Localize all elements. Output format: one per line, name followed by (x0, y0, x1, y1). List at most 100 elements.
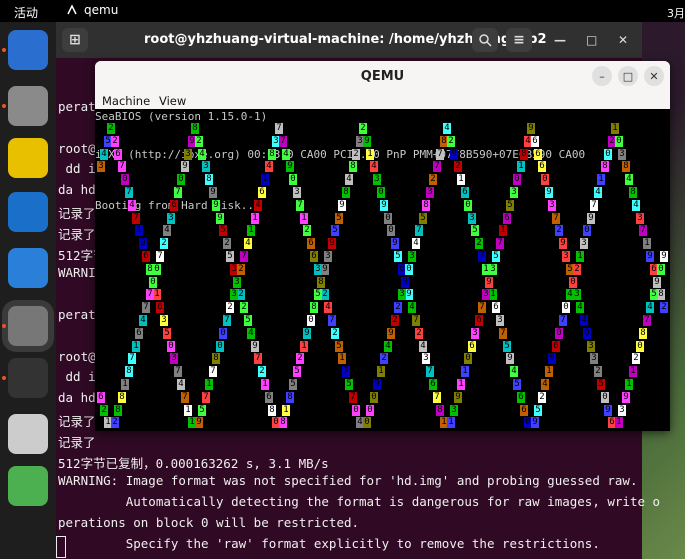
qemu-header: QEMU – □ ✕ (95, 61, 670, 91)
screen-glyph: 3 (426, 187, 434, 198)
screen-glyph: 6 (429, 379, 437, 390)
screen-glyph: 7 (426, 366, 434, 377)
screen-glyph: 8 (268, 405, 276, 416)
screen-glyph: 8 (310, 302, 318, 313)
screen-glyph: 4 (594, 187, 602, 198)
help-icon[interactable] (8, 248, 48, 288)
screen-glyph: 6 (503, 213, 511, 224)
qemu-window: QEMU – □ ✕ Machine View SeaBIOS (version… (95, 61, 670, 431)
screen-glyph: 8 (114, 405, 122, 416)
screen-glyph: 8 (622, 161, 630, 172)
minimize-icon[interactable]: — (554, 33, 566, 47)
screen-glyph: 6 (475, 315, 483, 326)
screen-glyph: 1 (366, 149, 374, 160)
close-icon[interactable]: ✕ (644, 66, 664, 86)
screen-glyph: 3 (408, 251, 416, 262)
screen-glyph: 9 (401, 277, 409, 288)
dvd-icon[interactable] (8, 414, 48, 454)
screen-glyph: 8 (286, 392, 294, 403)
trash-icon[interactable] (8, 466, 48, 506)
screen-glyph: 5 (506, 200, 514, 211)
screen-glyph: 0 (513, 174, 521, 185)
thunderbird-icon[interactable] (8, 30, 48, 70)
screen-glyph: 5 (471, 225, 479, 236)
screen-glyph: 0 (604, 149, 612, 160)
hamburger-menu-icon[interactable]: ≡ (506, 28, 532, 52)
screen-glyph: 0 (377, 187, 385, 198)
screen-glyph: 9 (181, 161, 189, 172)
settings-icon[interactable] (8, 306, 48, 346)
screen-glyph: 1 (489, 289, 497, 300)
screen-glyph: 1 (261, 379, 269, 390)
screen-glyph: 4 (265, 161, 273, 172)
files-icon[interactable] (8, 86, 48, 126)
screen-glyph: 7 (296, 200, 304, 211)
screen-glyph: 2 (454, 161, 462, 172)
clock[interactable]: 3月 (667, 5, 685, 21)
screen-glyph: 9 (646, 251, 654, 262)
screen-glyph: 6 (156, 302, 164, 313)
qemu-menubar: Machine View (95, 91, 670, 109)
screen-glyph: 5 (335, 341, 343, 352)
screen-glyph: 3 (422, 353, 430, 364)
screen-glyph: 9 (527, 123, 535, 134)
app-name: qemu (84, 3, 119, 17)
screen-glyph: 9 (212, 200, 220, 211)
menu-view[interactable]: View (159, 94, 186, 108)
screen-glyph: 5 (293, 366, 301, 377)
screen-glyph: 2 (296, 353, 304, 364)
screen-glyph: 7 (275, 123, 283, 134)
activities-button[interactable]: 活动 (14, 4, 38, 21)
screen-glyph: 3 (468, 213, 476, 224)
screen-glyph: 4 (443, 123, 451, 134)
screen-glyph: 3 (510, 187, 518, 198)
screen-glyph: 2 (475, 238, 483, 249)
screen-glyph: 6 (258, 187, 266, 198)
app-menu[interactable]: qemu (66, 3, 118, 17)
screen-glyph: 8 (520, 149, 528, 160)
terminal-line: 512字节已复制，0.000163262 s, 3.1 MB/s (58, 455, 329, 471)
search-icon[interactable] (472, 28, 498, 52)
screen-glyph: 4 (139, 315, 147, 326)
screen-glyph: 7 (436, 149, 444, 160)
terminal-line: Automatically detecting the format is da… (58, 494, 661, 510)
terminal-line: 记录了 (58, 434, 96, 450)
maximize-icon[interactable]: □ (618, 66, 638, 86)
screen-glyph: 8 (349, 161, 357, 172)
qemu-display[interactable]: SeaBIOS (version 1.15.0-1) iPXE (http://… (95, 109, 670, 431)
terminal-line: 记录了 (58, 414, 96, 429)
screen-glyph: 9 (506, 353, 514, 364)
screen-glyph: 2 (107, 123, 115, 134)
screen-glyph: 1 (121, 379, 129, 390)
new-tab-icon[interactable]: ⊞ (62, 28, 88, 52)
screen-glyph: 2 (573, 264, 581, 275)
minimize-icon[interactable]: – (592, 66, 612, 86)
screen-glyph: 7 (639, 225, 647, 236)
writer-icon[interactable] (8, 192, 48, 232)
menu-machine[interactable]: Machine (102, 94, 150, 108)
terminal-icon[interactable] (8, 358, 48, 398)
screen-glyph: 0 (464, 200, 472, 211)
screen-glyph: 3 (548, 200, 556, 211)
screen-glyph: 9 (303, 328, 311, 339)
screen-glyph: 3 (482, 289, 490, 300)
screen-glyph: 7 (412, 315, 420, 326)
screen-glyph: 4 (370, 161, 378, 172)
screen-glyph: 4 (282, 149, 290, 160)
close-icon[interactable]: ✕ (618, 33, 628, 47)
screen-glyph: 3 (496, 315, 504, 326)
screen-glyph: 4 (384, 341, 392, 352)
screen-glyph: 9 (653, 277, 661, 288)
screen-glyph: 0 (370, 392, 378, 403)
screen-glyph: 3 (202, 161, 210, 172)
screen-glyph: 5 (419, 213, 427, 224)
screen-glyph: 5 (534, 405, 542, 416)
screen-glyph: 4 (625, 174, 633, 185)
screen-glyph: 7 (125, 187, 133, 198)
screen-glyph: 1 (457, 379, 465, 390)
screen-glyph: 7 (328, 315, 336, 326)
rhythmbox-icon[interactable] (8, 138, 48, 178)
screen-glyph: 3 (97, 161, 105, 172)
maximize-icon[interactable]: □ (586, 33, 597, 47)
screen-glyph: 4 (419, 341, 427, 352)
